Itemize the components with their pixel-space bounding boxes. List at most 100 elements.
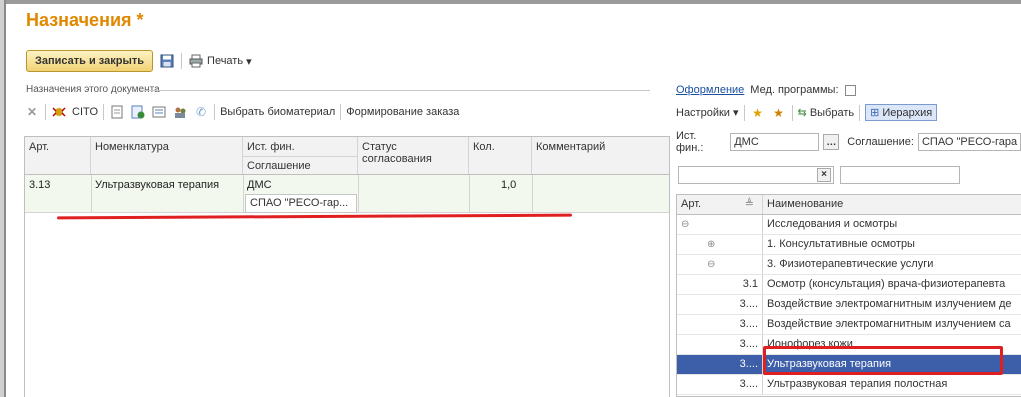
- tree-row[interactable]: 3.... Воздействие электромагнитным излуч…: [677, 295, 1021, 315]
- collapse-icon[interactable]: ⊖: [681, 215, 689, 234]
- cell-fin: ДМС: [247, 179, 272, 191]
- write-and-close-button[interactable]: Записать и закрыть: [26, 50, 154, 72]
- col-comment[interactable]: Комментарий: [532, 137, 671, 174]
- tree-cell-art: 3....: [677, 315, 763, 334]
- fin-label: Ист. фин.:: [676, 130, 704, 154]
- tree-cell-art: 3....: [677, 355, 763, 374]
- tree-cell-art: [677, 215, 763, 234]
- tree-cell-art: [677, 255, 763, 274]
- tree-cell-name: 1. Консультативные осмотры: [767, 238, 915, 250]
- tree-row[interactable]: ⊕ 1. Консультативные осмотры: [677, 235, 1021, 255]
- tree-cell-name: Исследования и осмотры: [767, 218, 898, 230]
- toolbar-separator: [45, 104, 46, 120]
- phone-icon[interactable]: ✆: [193, 104, 209, 120]
- settings-label: Настройки: [676, 107, 730, 119]
- med-programs-label: Мед. программы:: [750, 84, 839, 96]
- tree-cell-name: Воздействие электромагнитным излучением …: [767, 298, 1012, 310]
- sort-icon: ≜: [744, 198, 754, 210]
- search-input-secondary[interactable]: [840, 166, 960, 184]
- star-remove-icon[interactable]: ★: [771, 105, 787, 121]
- printer-icon: [188, 53, 204, 69]
- tree-row[interactable]: ⊖ Исследования и осмотры: [677, 215, 1021, 235]
- select-biomaterial-button[interactable]: Выбрать биоматериал: [220, 106, 335, 118]
- hierarchy-label: Иерархия: [882, 106, 933, 119]
- toolbar-separator: [743, 104, 745, 121]
- toolbar-separator: [859, 104, 861, 121]
- list-icon[interactable]: [151, 104, 167, 120]
- tree-header-art[interactable]: Арт. ≜: [677, 195, 763, 214]
- tree-cell-name: 3. Физиотерапевтические услуги: [767, 258, 934, 270]
- col-art[interactable]: Арт.: [25, 137, 91, 174]
- appointments-table: Арт. Номенклатура Ист. фин. Соглашение С…: [24, 136, 670, 397]
- cell-qty: 1,0: [501, 179, 517, 191]
- header-fin: Ист. фин.: [247, 141, 295, 153]
- table-header: Арт. Номенклатура Ист. фин. Соглашение С…: [25, 137, 669, 175]
- tree-row[interactable]: 3.1 Осмотр (консультация) врача-физиотер…: [677, 275, 1021, 295]
- chevron-down-icon: ▾: [733, 107, 739, 119]
- tree-cell-art: 3....: [677, 295, 763, 314]
- collapse-icon[interactable]: ⊖: [707, 255, 715, 274]
- header-art: Арт.: [29, 141, 50, 153]
- tree-cell-art: [677, 235, 763, 254]
- table-row[interactable]: 3.13 Ультразвуковая терапия ДМС СПАО "РЕ…: [25, 175, 669, 213]
- header-comment: Комментарий: [536, 141, 606, 153]
- select-button[interactable]: ⇆ Выбрать: [798, 106, 855, 119]
- toolbar-separator: [103, 104, 105, 120]
- panel-toolbar: Настройки ▾ ★ ★ ⇆ Выбрать ⊞ Иерархия: [676, 104, 938, 121]
- med-programs-checkbox[interactable]: [844, 84, 856, 96]
- col-fin[interactable]: Ист. фин. Соглашение: [243, 137, 358, 174]
- settings-menu-button[interactable]: Настройки ▾: [676, 106, 739, 119]
- table-toolbar: ✕ CITO ✆ Выбрать биоматериал Формировани…: [24, 104, 459, 120]
- toolbar-separator: [214, 104, 216, 120]
- row-divider: [91, 175, 92, 212]
- cito-button[interactable]: CITO: [72, 106, 98, 118]
- save-icon[interactable]: [159, 53, 175, 69]
- panel-filters: Ист. фин.: ДМС … Соглашение: СПАО "РЕСО-…: [676, 130, 1021, 154]
- expand-icon[interactable]: ⊕: [707, 235, 715, 254]
- select-icon: ⇆: [797, 107, 807, 119]
- row-divider: [532, 175, 533, 212]
- print-menu-button[interactable]: Печать ▾: [188, 53, 252, 69]
- col-qty[interactable]: Кол.: [469, 137, 532, 174]
- clear-search-icon[interactable]: ×: [817, 168, 831, 182]
- cito-icon[interactable]: [51, 104, 67, 120]
- select-label: Выбрать: [809, 107, 855, 119]
- row-divider: [469, 175, 470, 212]
- tree-cell-art: 3....: [677, 375, 763, 394]
- tree-header-name[interactable]: Наименование: [767, 195, 843, 214]
- delete-icon[interactable]: ✕: [24, 104, 40, 120]
- tree-row[interactable]: 3.... Воздействие электромагнитным излуч…: [677, 315, 1021, 335]
- chevron-down-icon: ▾: [246, 55, 252, 68]
- users-icon[interactable]: [172, 104, 188, 120]
- header-agreement: Соглашение: [243, 156, 358, 175]
- cell-nomenclature: Ультразвуковая терапия: [95, 179, 220, 191]
- tree-cell-name: Воздействие электромагнитным излучением …: [767, 318, 1011, 330]
- form-order-button[interactable]: Формирование заказа: [346, 106, 459, 118]
- col-nomenclature[interactable]: Номенклатура: [91, 137, 243, 174]
- agreement-label: Соглашение:: [847, 136, 914, 148]
- tree-header-art-label: Арт.: [681, 198, 702, 210]
- tree-row[interactable]: 3.... Ультразвуковая терапия полостная: [677, 375, 1021, 395]
- toolbar-separator: [791, 104, 793, 121]
- design-link[interactable]: Оформление: [676, 84, 744, 96]
- section-divider: [140, 90, 650, 91]
- cell-agreement[interactable]: СПАО "РЕСО-гар...: [245, 194, 357, 213]
- agreement-input[interactable]: СПАО "РЕСО-гара: [917, 133, 1021, 151]
- window-inner-border: [4, 0, 6, 397]
- document-icon[interactable]: [109, 104, 125, 120]
- row-divider: [358, 175, 359, 212]
- star-add-icon[interactable]: ★: [750, 105, 766, 121]
- search-input[interactable]: ×: [678, 166, 834, 184]
- fin-input[interactable]: ДМС: [730, 133, 820, 151]
- tree-cell-art: 3.1: [677, 275, 763, 294]
- header-qty: Кол.: [473, 141, 495, 153]
- tree-row[interactable]: ⊖ 3. Физиотерапевтические услуги: [677, 255, 1021, 275]
- main-toolbar: Записать и закрыть Печать ▾: [26, 50, 252, 72]
- red-annotation-box: [763, 346, 1003, 375]
- add-document-icon[interactable]: [130, 104, 146, 120]
- col-status[interactable]: Статус согласования: [358, 137, 469, 174]
- hierarchy-toggle[interactable]: ⊞ Иерархия: [865, 104, 938, 121]
- header-nomenclature: Номенклатура: [95, 141, 169, 153]
- fin-select-button[interactable]: …: [823, 134, 840, 150]
- tree-cell-art: 3....: [677, 335, 763, 354]
